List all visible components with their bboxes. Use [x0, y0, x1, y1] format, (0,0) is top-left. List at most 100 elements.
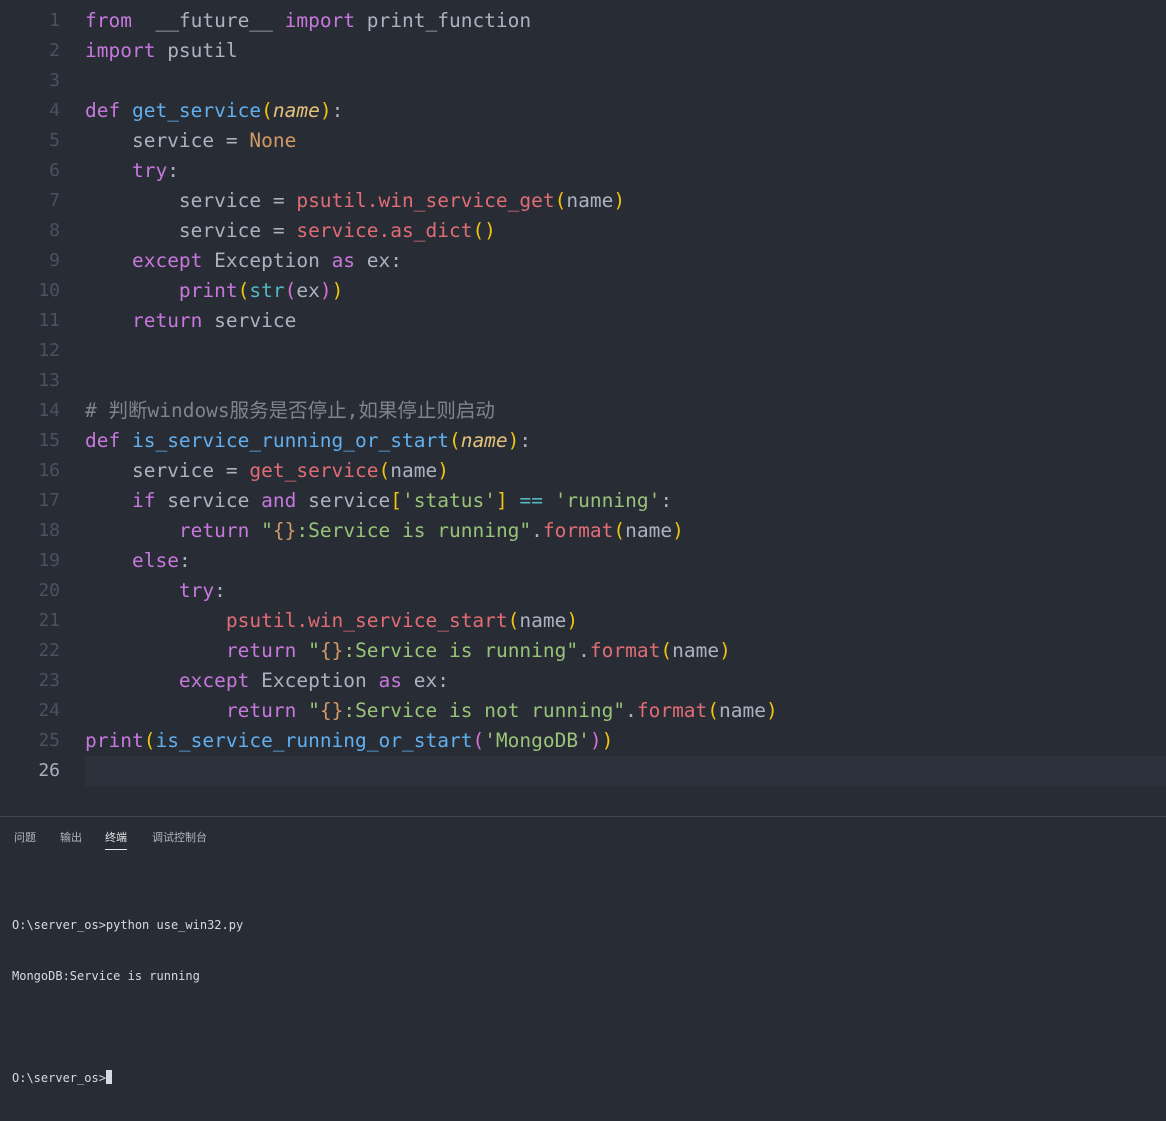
code-editor[interactable]: 1 from __future__ import print_function 2 i…: [0, 0, 1166, 800]
code-token: is_service_running_or_start: [131, 429, 449, 452]
code-line[interactable]: 20 try:: [0, 576, 1166, 606]
code-line[interactable]: 19 else:: [0, 546, 1166, 576]
code-token: name: [460, 429, 508, 452]
line-number: 25: [38, 730, 60, 751]
code-token: from: [85, 9, 132, 32]
code-token: service =: [85, 219, 297, 242]
tab-terminal[interactable]: 终端: [105, 829, 127, 850]
terminal-output[interactable]: O:\server_os>python use_win32.py MongoDB…: [12, 883, 243, 1121]
code-token: .: [625, 699, 637, 722]
code-token: (: [261, 99, 273, 122]
code-token: import: [85, 39, 156, 62]
line-number: 8: [49, 220, 60, 241]
code-token: service: [202, 309, 297, 332]
code-line[interactable]: 2 import psutil: [0, 36, 1166, 66]
code-token: service.as_dict: [296, 219, 473, 242]
code-token: :: [660, 489, 673, 512]
code-line[interactable]: 14 # 判断windows服务是否停止,如果停止则启动: [0, 396, 1166, 426]
code-token: name: [566, 189, 614, 212]
code-token: ): [601, 729, 614, 752]
line-number: 21: [38, 610, 60, 631]
code-line[interactable]: 4 def get_service(name):: [0, 96, 1166, 126]
code-token: ": [261, 519, 273, 542]
code-line[interactable]: 16 service = get_service(name): [0, 456, 1166, 486]
terminal-prompt-line: O:\server_os>: [12, 1070, 243, 1087]
code-line[interactable]: 5 service = None: [0, 126, 1166, 156]
code-token: (: [284, 279, 297, 302]
code-line[interactable]: 3: [0, 66, 1166, 96]
code-token: ": [308, 639, 320, 662]
bottom-panel: 问题 输出 终端 调试控制台 O:\server_os>python use_w…: [0, 816, 1166, 1085]
code-line[interactable]: 23 except Exception as ex:: [0, 666, 1166, 696]
code-token: def: [85, 99, 132, 122]
code-token: name: [272, 99, 320, 122]
code-line[interactable]: 6 try:: [0, 156, 1166, 186]
code-token: ): [319, 99, 332, 122]
code-token: if: [131, 489, 156, 512]
code-token: as: [378, 669, 402, 692]
code-token: name: [519, 609, 567, 632]
code-text: import psutil: [85, 36, 1166, 66]
code-token: ): [566, 609, 579, 632]
code-line[interactable]: 12: [0, 336, 1166, 366]
code-token: Exception: [249, 669, 379, 692]
code-token: try: [131, 159, 168, 182]
code-token: return: [178, 519, 250, 542]
code-token: name: [719, 699, 767, 722]
line-number: 20: [38, 580, 60, 601]
code-line[interactable]: 7 service = psutil.win_service_get(name): [0, 186, 1166, 216]
code-line[interactable]: 8 service = service.as_dict(): [0, 216, 1166, 246]
code-line[interactable]: 9 except Exception as ex:: [0, 246, 1166, 276]
code-line[interactable]: 24 return "{}:Service is not running".fo…: [0, 696, 1166, 726]
code-token: return: [225, 639, 297, 662]
code-line[interactable]: 13: [0, 366, 1166, 396]
code-line[interactable]: 17 if service and service['status'] == '…: [0, 486, 1166, 516]
code-token: :: [178, 549, 191, 572]
code-line[interactable]: 15 def is_service_running_or_start(name):: [0, 426, 1166, 456]
line-number: 23: [38, 670, 60, 691]
tab-problems[interactable]: 问题: [14, 829, 36, 849]
code-text: except Exception as ex:: [85, 666, 1166, 696]
code-text: print(str(ex)): [85, 276, 1166, 306]
code-token: 'running': [554, 489, 661, 512]
code-token: return: [131, 309, 203, 332]
line-number: 10: [38, 280, 60, 301]
code-text: except Exception as ex:: [85, 246, 1166, 276]
code-token: (: [507, 609, 520, 632]
code-token: :Service is running": [343, 639, 579, 662]
code-line[interactable]: 21 psutil.win_service_start(name): [0, 606, 1166, 636]
line-number: 16: [38, 460, 60, 481]
code-token: and: [261, 489, 297, 512]
code-text: else:: [85, 546, 1166, 576]
code-token: .: [578, 639, 590, 662]
code-token: (: [448, 429, 461, 452]
code-token: {}: [319, 639, 344, 662]
code-token: ex:: [402, 669, 449, 692]
terminal-line: MongoDB:Service is running: [12, 969, 200, 983]
code-line[interactable]: 22 return "{}:Service is running".format…: [0, 636, 1166, 666]
code-line[interactable]: 25 print(is_service_running_or_start('Mon…: [0, 726, 1166, 756]
tab-debug-console[interactable]: 调试控制台: [152, 829, 207, 849]
code-line[interactable]: 11 return service: [0, 306, 1166, 336]
terminal-prompt: O:\server_os>: [12, 1071, 106, 1085]
code-token: name: [390, 459, 438, 482]
code-line[interactable]: 18 return "{}:Service is running".format…: [0, 516, 1166, 546]
code-line[interactable]: 26: [0, 756, 1166, 786]
code-line[interactable]: 10 print(str(ex)): [0, 276, 1166, 306]
code-token: ): [589, 729, 602, 752]
code-token: ): [672, 519, 684, 542]
code-line[interactable]: 1 from __future__ import print_function: [0, 6, 1166, 36]
tab-output[interactable]: 输出: [60, 829, 82, 849]
line-number: 3: [49, 70, 60, 91]
code-text: service = psutil.win_service_get(name): [85, 186, 1166, 216]
code-token: ): [437, 459, 449, 482]
